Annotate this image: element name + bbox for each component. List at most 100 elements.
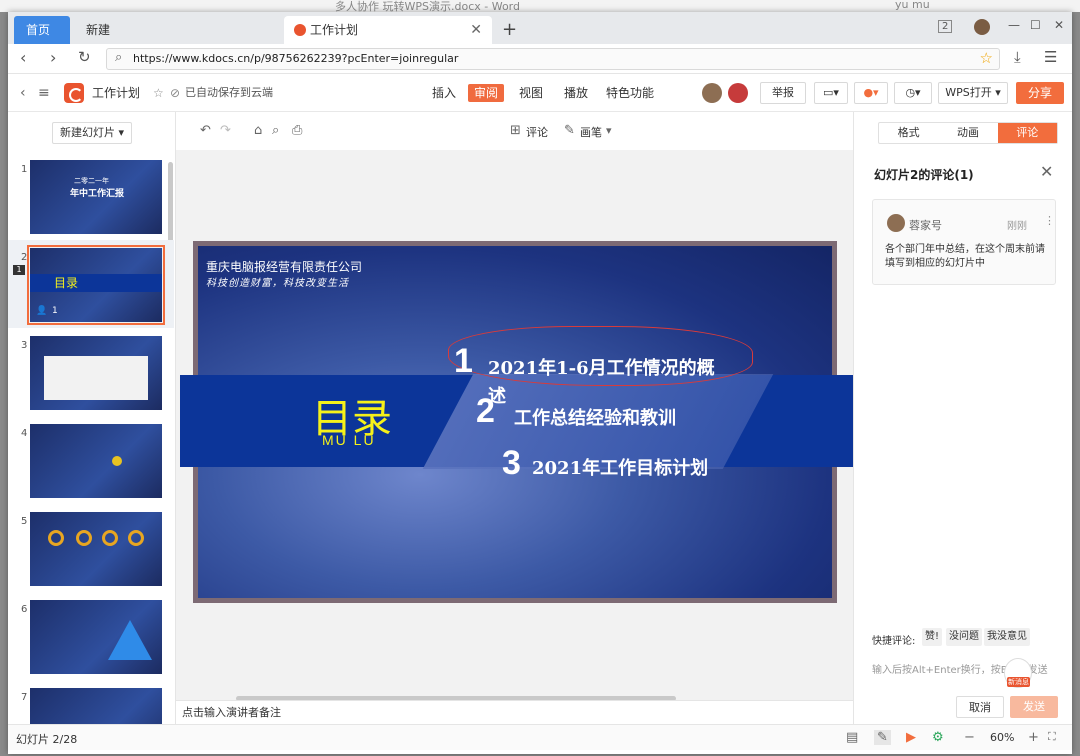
close-window-button[interactable]: ✕ xyxy=(1054,18,1064,32)
present-dropdown-icon[interactable]: ▭▾ xyxy=(814,82,848,104)
slide-number: 1 xyxy=(21,164,28,175)
thumb-title: 二零二一年 xyxy=(74,177,109,185)
slide-thumbnail-7[interactable] xyxy=(30,688,162,724)
item-number: 3 xyxy=(502,444,521,482)
send-button[interactable]: 发送 xyxy=(1010,696,1058,718)
background-word-titlebar: 多人协作 玩转WPS演示.docx - Word yu mu xyxy=(0,0,1080,12)
minimize-button[interactable]: — xyxy=(1008,18,1020,32)
mascot-icon[interactable]: 新消息 xyxy=(1004,658,1032,688)
pen-tool[interactable]: 画笔 xyxy=(580,124,602,140)
menu-icon[interactable]: ☰ xyxy=(1044,48,1057,66)
doc-name[interactable]: 工作计划 xyxy=(92,74,140,112)
quick-comment-label: 快捷评论: xyxy=(872,636,916,647)
new-tab-button[interactable]: + xyxy=(502,16,517,44)
forward-icon[interactable]: › xyxy=(50,48,56,67)
collaborator-avatar[interactable] xyxy=(728,83,748,103)
wps-open-button[interactable]: WPS打开 ▾ xyxy=(938,82,1008,104)
thumb-content-box xyxy=(44,356,148,400)
tab-close-icon[interactable]: ✕ xyxy=(470,16,482,44)
tab-work-plan[interactable]: 工作计划 ✕ xyxy=(284,16,492,44)
print-icon[interactable]: ⎙ xyxy=(292,123,302,138)
menu-insert[interactable]: 插入 xyxy=(432,74,456,112)
notes-view-icon[interactable]: ▤ xyxy=(846,730,858,745)
undo-icon[interactable]: ↶ xyxy=(200,123,211,138)
redo-icon[interactable]: ↷ xyxy=(220,123,231,138)
thumb-dot xyxy=(112,456,122,466)
menu-view[interactable]: 视图 xyxy=(519,74,543,112)
pen-icon[interactable]: ✎ xyxy=(564,123,575,138)
format-painter-icon[interactable]: ⌂ xyxy=(254,123,262,138)
maximize-button[interactable]: ☐ xyxy=(1030,18,1041,32)
menu-features[interactable]: 特色功能 xyxy=(606,74,654,112)
agenda-item: 工作总结经验和教训 xyxy=(514,408,676,429)
back-arrow-icon[interactable]: ‹ xyxy=(20,74,26,112)
collaborator-avatar[interactable] xyxy=(702,83,722,103)
comment-count-badge[interactable]: 1 xyxy=(13,265,25,275)
back-icon[interactable]: ‹ xyxy=(20,48,26,67)
star-favorite-icon[interactable]: ☆ xyxy=(153,74,164,112)
tab-home[interactable]: 首页 xyxy=(14,16,70,44)
tab-comments[interactable]: 评论 xyxy=(997,123,1057,143)
tab-count-badge[interactable]: 2 xyxy=(938,20,953,33)
play-icon[interactable]: ▶ xyxy=(906,730,916,745)
menu-review[interactable]: 审阅 xyxy=(468,84,505,102)
slide-number: 5 xyxy=(21,516,28,527)
cancel-button[interactable]: 取消 xyxy=(956,696,1004,718)
slide-number: 7 xyxy=(21,692,28,703)
slide-thumbnail-2[interactable]: 目录 1 👤 xyxy=(27,245,165,325)
tab-new[interactable]: 新建 xyxy=(74,16,274,44)
comment-panel-title: 幻灯片2的评论(1) xyxy=(874,168,974,182)
search-icon: ⌕ xyxy=(115,50,123,65)
current-slide[interactable]: 重庆电脑报经营有限责任公司 科技创造财富，科技改变生活 目录 MU LU 1 2… xyxy=(180,241,860,603)
slide-indicator: 幻灯片 2/28 xyxy=(16,733,78,746)
history-dropdown-icon[interactable]: ◷▾ xyxy=(894,82,932,104)
zoom-in-icon[interactable]: + xyxy=(1028,730,1039,745)
share-status-icon[interactable]: ⚙ xyxy=(932,730,944,745)
tab-strip: 首页 新建 工作计划 ✕ + 2 — ☐ ✕ xyxy=(8,12,1072,44)
address-bar: ‹ › ↻ ⌕ https://www.kdocs.cn/p/987562622… xyxy=(8,44,1072,74)
refresh-icon[interactable]: ↻ xyxy=(78,48,91,66)
play-dropdown-icon[interactable]: ●▾ xyxy=(854,82,888,104)
agenda-item: 2021年1-6月工作情况的概 xyxy=(488,358,715,379)
slide-thumbnail-3[interactable] xyxy=(30,336,162,410)
bookmark-star-icon[interactable]: ☆ xyxy=(980,49,993,67)
comment-body: 各个部门年中总结，在这个周末前请填写到相应的幻灯片中 xyxy=(885,244,1045,269)
thumb-pyramid xyxy=(108,620,152,660)
slide-thumbnail-1[interactable]: 二零二一年 年中工作汇报 xyxy=(30,160,162,234)
item-number: 2 xyxy=(476,392,495,430)
chevron-down-icon[interactable]: ▾ xyxy=(606,124,612,137)
user-avatar[interactable] xyxy=(974,19,990,35)
quick-comment-agree[interactable]: 我没意见 xyxy=(984,628,1030,646)
quick-comment-like[interactable]: 赞! xyxy=(922,628,943,646)
fit-screen-icon[interactable]: ⛶ xyxy=(1048,730,1056,744)
slide-thumbnail-5[interactable] xyxy=(30,512,162,586)
tab-animation[interactable]: 动画 xyxy=(938,123,997,143)
menu-play[interactable]: 播放 xyxy=(564,74,588,112)
close-icon[interactable]: ✕ xyxy=(1040,162,1053,181)
download-icon[interactable]: ⤓ xyxy=(1014,48,1021,66)
slide-thumbnail-4[interactable] xyxy=(30,424,162,498)
share-button[interactable]: 分享 xyxy=(1016,82,1064,104)
company-slogan: 科技创造财富，科技改变生活 xyxy=(206,278,349,289)
comment-icon[interactable]: ⊞ xyxy=(510,123,521,138)
hamburger-icon[interactable]: ≡ xyxy=(38,74,50,112)
slide-number: 6 xyxy=(21,604,28,615)
url-field[interactable]: ⌕ https://www.kdocs.cn/p/98756262239?pcE… xyxy=(106,48,1000,70)
zoom-out-icon[interactable]: − xyxy=(964,730,975,745)
comment-tool[interactable]: 评论 xyxy=(526,124,548,140)
comment-card[interactable]: 蓉家号 刚刚 ⋮ 各个部门年中总结，在这个周末前请填写到相应的幻灯片中 xyxy=(872,199,1056,285)
speaker-notes-field[interactable]: 点击输入演讲者备注 xyxy=(176,700,853,724)
comment-panel: 格式 动画 评论 幻灯片2的评论(1) ✕ 蓉家号 刚刚 ⋮ 各个部门年中总结，… xyxy=(853,112,1072,724)
slide-thumbnail-6[interactable] xyxy=(30,600,162,674)
quick-comment-ok[interactable]: 没问题 xyxy=(946,628,982,646)
tab-format[interactable]: 格式 xyxy=(879,123,938,143)
new-slide-button[interactable]: 新建幻灯片 ▾ xyxy=(52,122,132,144)
wps-presentation-icon xyxy=(294,24,306,36)
zoom-level[interactable]: 60% xyxy=(990,731,1014,744)
slide-number: 3 xyxy=(21,340,28,351)
pen-mode-icon[interactable]: ✎ xyxy=(874,730,891,745)
zoom-icon[interactable]: ⌕ xyxy=(272,123,279,138)
more-options-icon[interactable]: ⋮ xyxy=(1044,214,1055,227)
report-button[interactable]: 举报 xyxy=(760,82,806,104)
thumb-ring xyxy=(76,530,92,546)
